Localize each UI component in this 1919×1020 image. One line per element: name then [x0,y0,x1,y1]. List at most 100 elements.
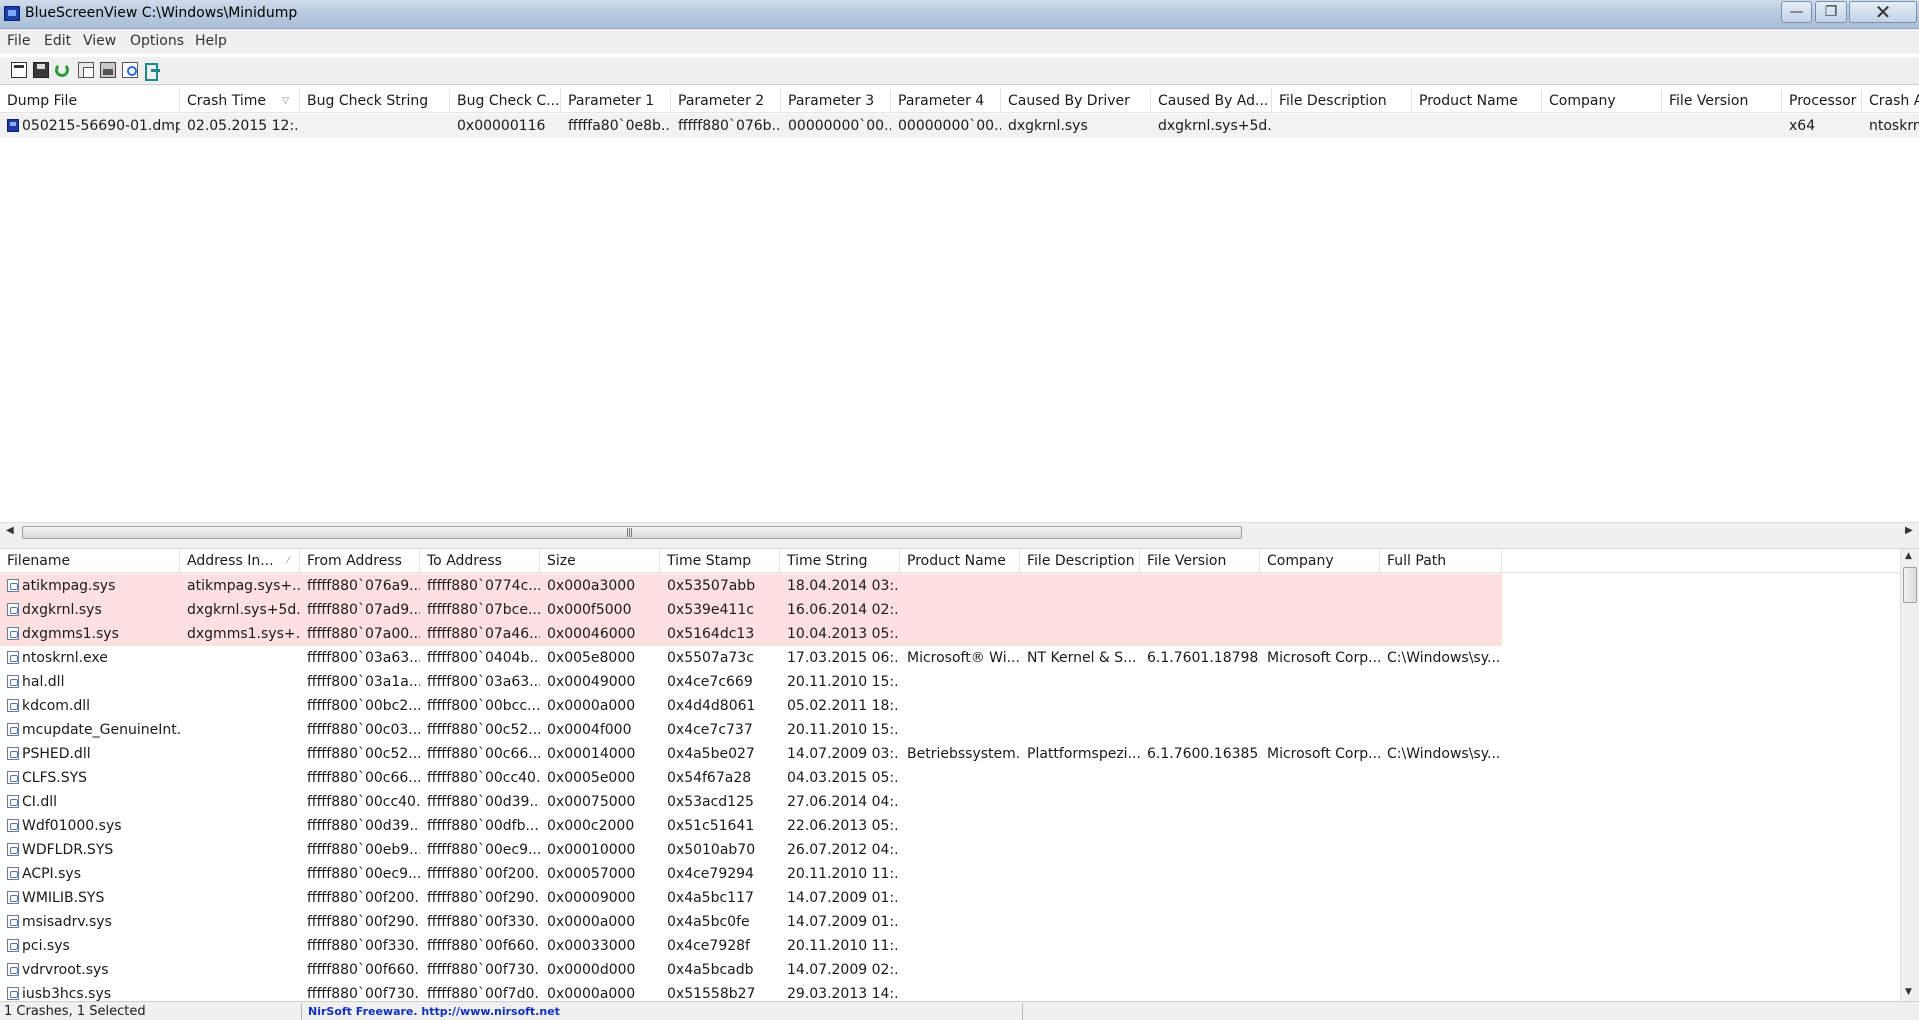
properties-icon[interactable] [100,62,116,78]
col-caused-by-driver[interactable]: Caused By Driver [1001,89,1151,113]
bottom-vertical-scrollbar[interactable]: ▲ ▼ [1900,549,1919,1001]
cell-file-version [1140,886,1260,910]
cell-company [1260,790,1380,814]
cell-to-address: fffff880`00f290... [427,890,540,906]
cell-file-version [1140,766,1260,790]
pane-splitter[interactable] [0,541,1919,549]
col-product-name[interactable]: Product Name [1412,89,1542,113]
cell-product-name [900,766,1020,790]
col-address-in-stack[interactable]: Address In... ⁄ [180,549,300,573]
close-button[interactable]: ✕ [1849,1,1917,23]
module-row[interactable]: dxgkrnl.sys dxgkrnl.sys+5d... fffff880`07a… [0,598,1900,622]
cell-dump-file: 050215-56690-01.dmp [22,118,180,134]
col-file-description[interactable]: File Description [1020,549,1140,573]
cell-filename: PSHED.dll [22,746,91,762]
module-row[interactable]: ntoskrnl.exe fffff800`03a63... fffff800`04… [0,646,1900,670]
col-company[interactable]: Company [1542,89,1662,113]
module-list[interactable]: Filename Address In... ⁄ From Address To … [0,549,1900,1001]
crash-list[interactable]: Dump File Crash Time ▽ Bug Check String B… [0,89,1919,522]
scroll-thumb[interactable]: ||| [22,526,1242,539]
col-parameter-2[interactable]: Parameter 2 [671,89,781,113]
col-to-address[interactable]: To Address [420,549,540,573]
col-full-path[interactable]: Full Path [1380,549,1502,573]
scroll-up-icon[interactable]: ▲ [1905,551,1912,561]
maximize-button[interactable]: ❐ [1815,1,1847,23]
module-row[interactable]: atikmpag.sys atikmpag.sys+... fffff880`076… [0,574,1900,598]
module-row[interactable]: vdrvroot.sys fffff880`00f660... fffff880`0… [0,958,1900,982]
cell-company [1260,814,1380,838]
module-row[interactable]: hal.dll fffff800`03a1a... fffff800`03a63..… [0,670,1900,694]
open-icon[interactable] [11,62,27,78]
module-row[interactable]: iusb3hcs.sys fffff880`00f730... fffff880`0… [0,982,1900,1001]
col-size[interactable]: Size [540,549,660,573]
col-time-stamp[interactable]: Time Stamp [660,549,780,573]
menu-file[interactable]: File [7,33,30,49]
cell-file-description: NT Kernel & S... [1027,650,1137,666]
module-row[interactable]: msisadrv.sys fffff880`00f290... fffff880`0… [0,910,1900,934]
cell-bug-check-string [300,114,450,138]
col-crash-time[interactable]: Crash Time ▽ [180,89,300,113]
col-product-name[interactable]: Product Name [900,549,1020,573]
scroll-down-icon[interactable]: ▼ [1905,987,1912,997]
col-time-string[interactable]: Time String [780,549,900,573]
nirsoft-link[interactable]: NirSoft Freeware. http://www.nirsoft.net [308,1005,560,1018]
col-caused-by-address[interactable]: Caused By Ad... [1151,89,1272,113]
menu-options[interactable]: Options [130,33,184,49]
col-from-address[interactable]: From Address [300,549,420,573]
menu-help[interactable]: Help [195,33,227,49]
col-filename[interactable]: Filename [0,549,180,573]
module-row[interactable]: mcupdate_GenuineInt... fffff880`00c03... f… [0,718,1900,742]
menu-view[interactable]: View [83,33,116,49]
col-company[interactable]: Company [1260,549,1380,573]
module-row[interactable]: PSHED.dll fffff880`00c52... fffff880`00c66… [0,742,1900,766]
cell-to-address: fffff880`00f330... [427,914,540,930]
crash-row[interactable]: 050215-56690-01.dmp 02.05.2015 12:... 0x… [0,114,1919,138]
cell-file-version [1140,718,1260,742]
find-icon[interactable] [122,62,138,78]
cell-address-in-stack [180,934,300,958]
cell-time-stamp: 0x51558b27 [667,986,756,1001]
col-parameter-1[interactable]: Parameter 1 [561,89,671,113]
cell-time-string: 05.02.2011 18:... [787,698,900,714]
cell-size: 0x00033000 [547,938,636,954]
cell-file-version [1140,598,1260,622]
module-row[interactable]: CI.dll fffff880`00cc40... fffff880`00d39..… [0,790,1900,814]
module-row[interactable]: Wdf01000.sys fffff880`00d39... fffff880`00… [0,814,1900,838]
scroll-thumb[interactable] [1903,567,1917,603]
module-row[interactable]: CLFS.SYS fffff880`00c66... fffff880`00cc40… [0,766,1900,790]
cell-from-address: fffff880`076a9... [307,578,420,594]
col-file-version[interactable]: File Version [1140,549,1260,573]
module-row[interactable]: kdcom.dll fffff800`00bc2... fffff800`00bcc… [0,694,1900,718]
module-row[interactable]: WDFLDR.SYS fffff880`00eb9... fffff880`00ec… [0,838,1900,862]
cell-full-path [1380,838,1502,862]
col-file-version[interactable]: File Version [1662,89,1782,113]
col-bug-check-string[interactable]: Bug Check String [300,89,450,113]
copy-icon[interactable] [78,62,94,78]
scroll-right-icon[interactable]: ▶ [1905,525,1913,536]
col-processor[interactable]: Processor [1782,89,1862,113]
cell-full-path [1380,622,1502,646]
module-row[interactable]: dxgmms1.sys dxgmms1.sys+... fffff880`07a00… [0,622,1900,646]
col-parameter-3[interactable]: Parameter 3 [781,89,891,113]
col-bug-check-code[interactable]: Bug Check C... [450,89,561,113]
module-row[interactable]: ACPI.sys fffff880`00ec9... fffff880`00f200… [0,862,1900,886]
exit-icon[interactable] [144,62,160,81]
cell-time-string: 26.07.2012 04:... [787,842,900,858]
cell-from-address: fffff880`00c52... [307,746,420,762]
col-crash-address[interactable]: Crash Ad [1862,89,1919,113]
top-horizontal-scrollbar[interactable]: ◀ ||| ▶ [0,522,1919,541]
menu-edit[interactable]: Edit [44,33,71,49]
save-icon[interactable] [33,62,49,78]
col-dump-file[interactable]: Dump File [0,89,180,113]
cell-caused-by-address: dxgkrnl.sys+5d... [1158,118,1272,134]
scroll-left-icon[interactable]: ◀ [6,525,14,536]
cell-filename: vdrvroot.sys [22,962,109,978]
refresh-icon[interactable] [55,63,69,77]
grip-icon: ||| [626,528,633,538]
col-file-description[interactable]: File Description [1272,89,1412,113]
module-row[interactable]: WMILIB.SYS fffff880`00f200... fffff880`00f… [0,886,1900,910]
col-parameter-4[interactable]: Parameter 4 [891,89,1001,113]
module-row[interactable]: pci.sys fffff880`00f330... fffff880`00f660… [0,934,1900,958]
cell-from-address: fffff880`00f330... [307,938,420,954]
minimize-button[interactable]: — [1781,1,1812,23]
